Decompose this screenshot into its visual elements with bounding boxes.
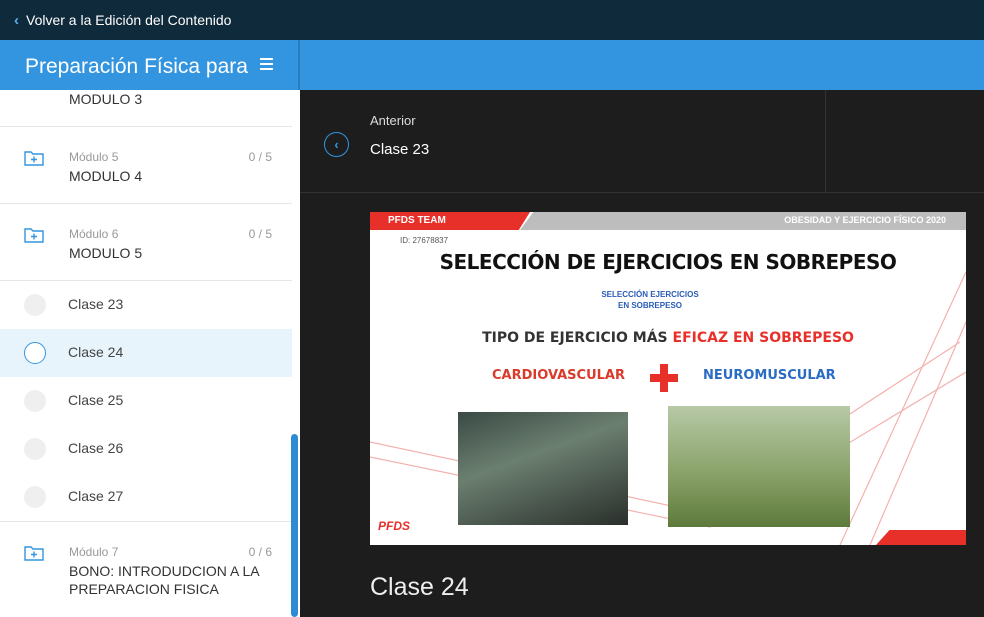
course-sidebar: MODULO 3 Módulo 5 0 / 5 MODULO 4 Módulo …	[0, 90, 300, 617]
lesson-item[interactable]: Clase 26	[0, 425, 292, 473]
top-bar: ‹ Volver a la Edición del Contenido	[0, 0, 984, 40]
slide-subtitle-line-1: SELECCIÓN EJERCICIOS	[601, 290, 699, 299]
plus-icon	[650, 364, 678, 392]
slide-team-banner: PFDS TEAM	[370, 212, 530, 230]
curriculum-list: MODULO 3 Módulo 5 0 / 5 MODULO 4 Módulo …	[0, 90, 292, 617]
previous-label: Anterior	[370, 113, 416, 128]
module-title: MODULO 3	[69, 91, 143, 107]
module-item[interactable]: Módulo 6 0 / 5 MODULO 5	[0, 204, 292, 281]
lesson-status-icon	[24, 342, 46, 364]
module-progress: 0 / 5	[248, 150, 272, 164]
course-title: Preparación Física para	[25, 55, 248, 78]
lesson-status-icon	[24, 390, 46, 412]
slide-id: ID: 27678837	[400, 236, 449, 245]
chevron-left-icon[interactable]: ‹	[14, 12, 19, 29]
folder-plus-icon	[24, 151, 44, 166]
lesson-status-icon	[24, 486, 46, 508]
lesson-title: Clase 26	[68, 440, 124, 456]
previous-lesson-nav[interactable]: ‹ Anterior Clase 23	[300, 90, 984, 193]
module-title: MODULO 4	[69, 168, 143, 184]
slide-neuro-label: NEUROMUSCULAR	[703, 368, 836, 383]
lesson-title: Clase 24	[68, 344, 124, 360]
kettlebell-photo	[668, 406, 850, 527]
lesson-heading: Clase 24	[370, 573, 469, 601]
back-to-edit-link[interactable]: Volver a la Edición del Contenido	[26, 12, 231, 28]
lesson-status-icon	[24, 438, 46, 460]
folder-plus-icon	[24, 228, 44, 243]
chevron-left-circle-icon[interactable]: ‹	[324, 132, 349, 157]
previous-lesson-title[interactable]: Clase 23	[370, 141, 429, 158]
treadmill-photo	[458, 412, 628, 525]
module-label: Módulo 6	[69, 227, 119, 241]
slide-type-highlight: EFICAZ EN SOBREPESO	[672, 330, 854, 346]
slide-team-label: PFDS TEAM	[388, 215, 446, 226]
pfds-logo: PFDS	[378, 519, 411, 533]
header-divider	[298, 40, 300, 90]
lesson-title: Clase 27	[68, 488, 124, 504]
slide-course-label: OBESIDAD Y EJERCICIO FÍSICO 2020	[784, 215, 946, 225]
module-item[interactable]: MODULO 3	[0, 90, 292, 127]
lesson-content: ‹ Anterior Clase 23 PFDS TEAM OBESIDAD Y…	[300, 90, 984, 617]
lesson-slide-image: PFDS TEAM OBESIDAD Y EJERCICIO FÍSICO 20…	[370, 212, 966, 545]
module-label: Módulo 5	[69, 150, 119, 164]
slide-subtitle: SELECCIÓN EJERCICIOS EN SOBREPESO	[570, 289, 730, 311]
slide-footer-strip	[876, 530, 966, 545]
slide-title: SELECCIÓN DE EJERCICIOS EN SOBREPESO	[439, 250, 897, 274]
module-item[interactable]: Módulo 7 0 / 6 BONO: INTRODUDCION A LA P…	[0, 522, 292, 617]
sidebar-scrollbar[interactable]	[291, 434, 298, 617]
folder-plus-icon	[24, 546, 44, 561]
lesson-title: Clase 23	[68, 296, 124, 312]
lesson-title: Clase 25	[68, 392, 124, 408]
lesson-item[interactable]: Clase 25	[0, 377, 292, 425]
slide-subtitle-line-2: EN SOBREPESO	[617, 301, 682, 310]
lesson-item[interactable]: Clase 27	[0, 473, 292, 521]
lesson-item-active[interactable]: Clase 24	[0, 329, 292, 377]
slide-exercise-type: TIPO DE EJERCICIO MÁS EFICAZ EN SOBREPES…	[370, 330, 966, 346]
module-label: Módulo 7	[69, 545, 119, 559]
module-title: MODULO 5	[69, 245, 143, 261]
lesson-status-icon	[24, 294, 46, 316]
slide-cardio-label: CARDIOVASCULAR	[492, 368, 625, 383]
module-progress: 0 / 6	[248, 545, 272, 559]
slide-course-banner: OBESIDAD Y EJERCICIO FÍSICO 2020	[520, 212, 966, 230]
slide-type-prefix: TIPO DE EJERCICIO MÁS	[482, 330, 668, 346]
lesson-item[interactable]: Clase 23	[0, 281, 292, 329]
hamburger-menu-icon[interactable]	[260, 58, 273, 71]
nav-divider	[825, 90, 826, 193]
module-title: BONO: INTRODUDCION A LA PREPARACION FISI…	[69, 563, 259, 597]
module-progress: 0 / 5	[248, 227, 272, 241]
course-header: Preparación Física para	[0, 40, 984, 90]
module-item[interactable]: Módulo 5 0 / 5 MODULO 4	[0, 127, 292, 204]
